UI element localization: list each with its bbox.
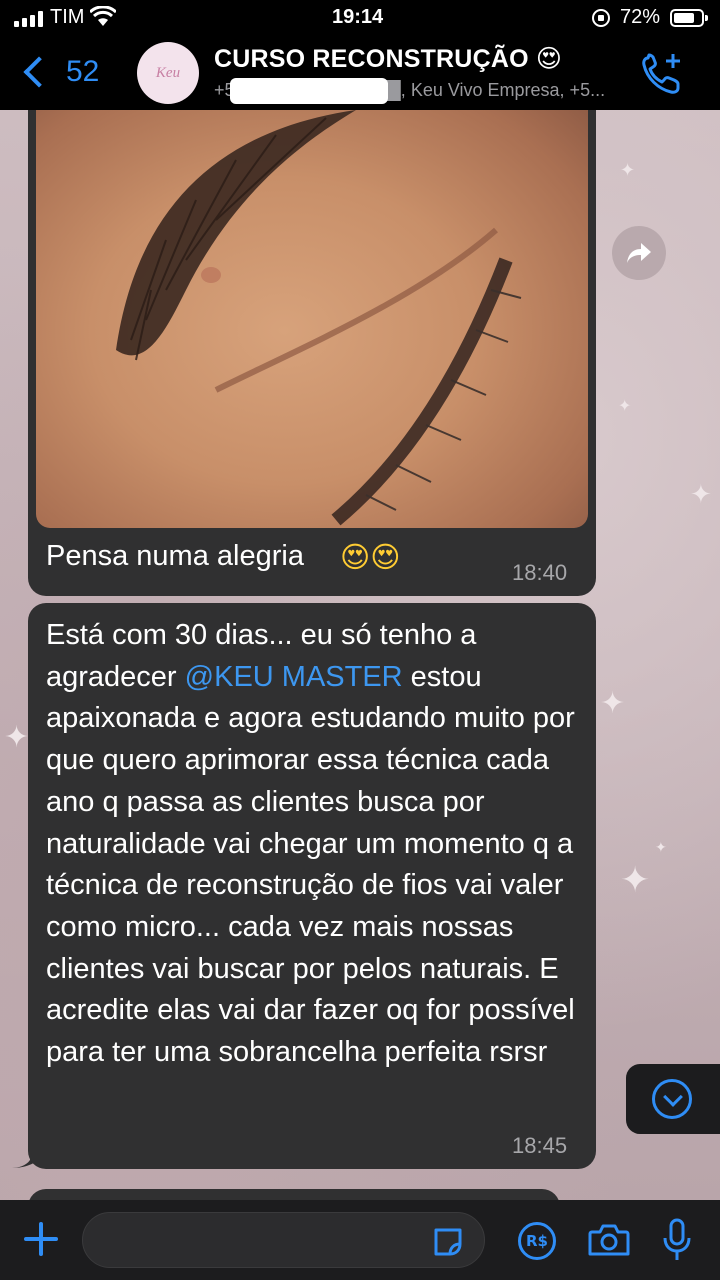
message-time: 18:40 bbox=[512, 560, 568, 585]
avatar-logo: Keu bbox=[155, 64, 181, 81]
input-bar: R$ bbox=[0, 1200, 720, 1280]
battery-icon bbox=[670, 9, 708, 27]
forward-button[interactable] bbox=[612, 226, 666, 280]
eyebrow-photo[interactable] bbox=[36, 90, 588, 528]
redaction-mark bbox=[230, 78, 388, 104]
microphone-icon[interactable] bbox=[660, 1218, 694, 1262]
add-call-button[interactable] bbox=[640, 52, 684, 96]
message-input[interactable] bbox=[82, 1212, 485, 1268]
top-bar: TIM 19:14 72% 52 Keu CURSO RECONSTRUÇÃO … bbox=[0, 0, 720, 110]
sparkle-icon: ✦ bbox=[620, 160, 636, 181]
payment-button[interactable]: R$ bbox=[518, 1222, 556, 1260]
rotation-lock-icon bbox=[592, 9, 610, 27]
eyebrow-photo-drawing bbox=[116, 110, 522, 526]
camera-icon[interactable] bbox=[588, 1222, 630, 1258]
wifi-icon bbox=[90, 6, 116, 26]
back-button[interactable]: 52 bbox=[18, 48, 99, 96]
chevron-left-icon bbox=[23, 56, 55, 88]
sparkle-icon: ✦ bbox=[690, 480, 712, 510]
message-text: Está com 30 dias... eu só tenho a agrade… bbox=[46, 615, 586, 1074]
message-time: 18:45 bbox=[512, 1133, 568, 1158]
unread-count: 52 bbox=[66, 55, 100, 88]
heart-eyes-emoji: 😍😍 bbox=[340, 542, 401, 574]
sparkle-icon: ✦ bbox=[4, 720, 30, 755]
battery-percentage: 72% bbox=[620, 6, 661, 28]
forward-icon bbox=[627, 243, 651, 263]
mention-link[interactable]: @KEU MASTER bbox=[185, 661, 403, 693]
sparkle-icon: ✦ bbox=[600, 686, 626, 721]
sticker-icon[interactable] bbox=[432, 1226, 464, 1256]
payment-icon: R$ bbox=[526, 1232, 548, 1250]
carrier-name: TIM bbox=[50, 6, 85, 28]
status-time: 19:14 bbox=[332, 6, 384, 28]
chevron-down-icon bbox=[652, 1079, 692, 1119]
group-title[interactable]: CURSO RECONSTRUÇÃO 😍 bbox=[214, 44, 562, 74]
message-caption: Pensa numa alegria bbox=[46, 540, 304, 572]
scroll-down-button[interactable] bbox=[626, 1064, 720, 1134]
sparkle-icon: ✦ bbox=[620, 860, 651, 901]
sparkle-icon: ✦ bbox=[655, 840, 667, 856]
message-text-part: estou apaixonada e agora estudando muito… bbox=[46, 660, 575, 1069]
attach-button[interactable] bbox=[22, 1220, 60, 1258]
sparkle-icon: ✦ bbox=[618, 396, 632, 415]
status-bar: TIM 19:14 72% bbox=[0, 0, 720, 38]
group-avatar[interactable]: Keu bbox=[137, 42, 199, 104]
message-bubble-image[interactable]: Pensa numa alegria 😍😍 18:40 bbox=[28, 90, 596, 596]
message-bubble-text[interactable]: Está com 30 dias... eu só tenho a agrade… bbox=[28, 603, 596, 1169]
signal-icon bbox=[14, 11, 48, 27]
chat-header: 52 Keu CURSO RECONSTRUÇÃO 😍 +55 ██ █████… bbox=[0, 38, 720, 110]
